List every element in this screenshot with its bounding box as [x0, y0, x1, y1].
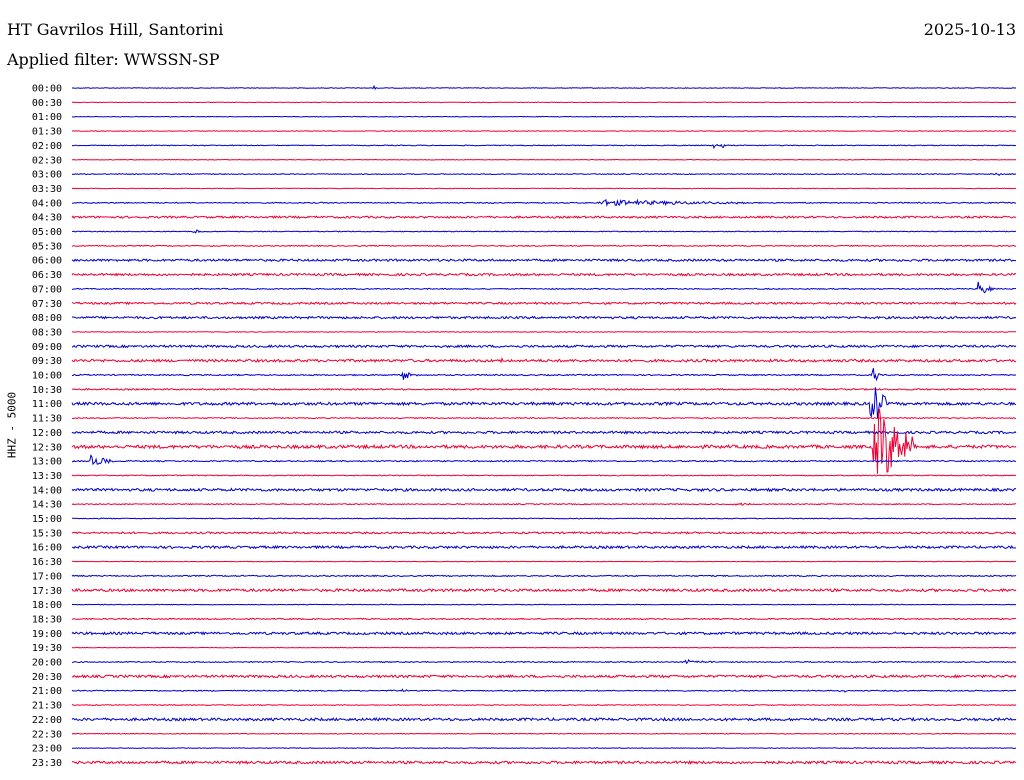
trace-line — [71, 416, 1016, 420]
trace-line — [71, 172, 1017, 177]
trace-line — [71, 187, 1017, 190]
tick-label: 20:30 — [32, 672, 62, 683]
trace-line — [71, 474, 1017, 477]
trace-line — [71, 688, 1017, 693]
trace-line — [71, 631, 1017, 636]
tick-label: 15:30 — [32, 528, 62, 539]
tick-label: 07:30 — [32, 299, 62, 310]
tick-label: 21:00 — [32, 686, 62, 697]
trace-line — [71, 544, 1017, 550]
tick-label: 18:00 — [32, 600, 62, 611]
tick-label: 01:30 — [32, 127, 62, 138]
trace-line — [71, 101, 1017, 104]
trace-line — [71, 502, 1017, 506]
tick-label: 04:00 — [32, 198, 62, 209]
tick-label: 07:00 — [32, 284, 62, 295]
tick-label: 08:00 — [32, 313, 62, 324]
trace-line — [71, 560, 1017, 563]
tick-label: 02:00 — [32, 141, 62, 152]
tick-label: 08:30 — [32, 327, 62, 338]
trace-line — [71, 281, 1017, 294]
tick-label: 03:00 — [32, 170, 62, 181]
trace-line — [71, 587, 1017, 593]
tick-label: 12:30 — [32, 442, 62, 453]
tick-label: 13:00 — [32, 457, 62, 468]
tick-label: 00:00 — [32, 84, 62, 95]
trace-line — [71, 531, 1016, 535]
trace-line — [72, 747, 1017, 749]
tick-label: 10:00 — [32, 371, 62, 382]
trace-line — [71, 716, 1017, 722]
trace-line — [71, 603, 1017, 606]
trace-line — [71, 344, 1017, 349]
trace-line — [71, 84, 1017, 91]
trace-line — [71, 158, 1017, 161]
tick-label: 09:30 — [32, 356, 62, 367]
trace-line — [72, 229, 1017, 234]
trace-line — [72, 704, 1017, 707]
trace-line — [71, 574, 1017, 578]
trace-line — [71, 487, 1017, 493]
trace-line — [72, 517, 1017, 520]
tick-label: 17:30 — [32, 586, 62, 597]
trace-line — [71, 315, 1017, 320]
tick-label: 06:30 — [32, 270, 62, 281]
tick-label: 16:00 — [32, 543, 62, 554]
trace-line — [71, 674, 1017, 679]
trace-line — [71, 387, 1017, 391]
trace-line — [71, 759, 1017, 765]
trace-line — [71, 272, 1017, 277]
tick-label: 22:30 — [32, 729, 62, 740]
trace-line — [71, 115, 1017, 118]
tick-label: 19:00 — [32, 629, 62, 640]
tick-label: 11:00 — [32, 399, 62, 410]
trace-line — [71, 215, 1017, 220]
trace-line — [71, 387, 1017, 419]
trace-line — [71, 408, 1017, 474]
trace-line — [71, 301, 1017, 306]
tick-label: 20:00 — [32, 658, 62, 669]
trace-line — [71, 617, 1017, 621]
trace-line — [71, 356, 1017, 364]
trace-line — [71, 453, 1017, 466]
tick-label: 17:00 — [32, 571, 62, 582]
tick-label: 13:30 — [32, 471, 62, 482]
tick-label: 02:30 — [32, 155, 62, 166]
tick-label: 01:00 — [32, 112, 62, 123]
trace-line — [71, 130, 1017, 132]
tick-label: 10:30 — [32, 385, 62, 396]
tick-label: 19:30 — [32, 643, 62, 654]
tick-label: 18:30 — [32, 614, 62, 625]
trace-line — [72, 658, 1017, 665]
tick-label: 11:30 — [32, 414, 62, 425]
tick-label: 22:00 — [32, 715, 62, 726]
tick-label: 04:30 — [32, 213, 62, 224]
tick-label: 23:30 — [32, 758, 62, 769]
time-tick-labels: 00:00 00:30 01:00 01:30 02:00 02:30 03:00 03:30… — [32, 84, 62, 769]
tick-label: 05:30 — [32, 241, 62, 252]
tick-label: 09:00 — [32, 342, 62, 353]
tick-label: 06:00 — [32, 256, 62, 267]
trace-line — [71, 258, 1017, 263]
helicorder-plot: 00:00 00:30 01:00 01:30 02:00 02:30 03:00 03:30… — [32, 84, 1017, 769]
trace-line — [72, 368, 1017, 382]
trace-line — [71, 198, 1016, 207]
tick-label: 12:00 — [32, 428, 62, 439]
trace-line — [72, 331, 1017, 333]
trace-line — [71, 143, 1017, 150]
seismic-traces — [71, 84, 1017, 765]
tick-label: 23:00 — [32, 744, 62, 755]
trace-line — [71, 646, 1017, 649]
tick-label: 14:30 — [32, 500, 62, 511]
tick-label: 05:00 — [32, 227, 62, 238]
trace-line — [71, 244, 1016, 247]
tick-label: 00:30 — [32, 98, 62, 109]
tick-label: 15:00 — [32, 514, 62, 525]
tick-label: 21:30 — [32, 701, 62, 712]
tick-label: 14:00 — [32, 485, 62, 496]
trace-line — [71, 732, 1017, 735]
tick-label: 03:30 — [32, 184, 62, 195]
tick-label: 16:30 — [32, 557, 62, 568]
